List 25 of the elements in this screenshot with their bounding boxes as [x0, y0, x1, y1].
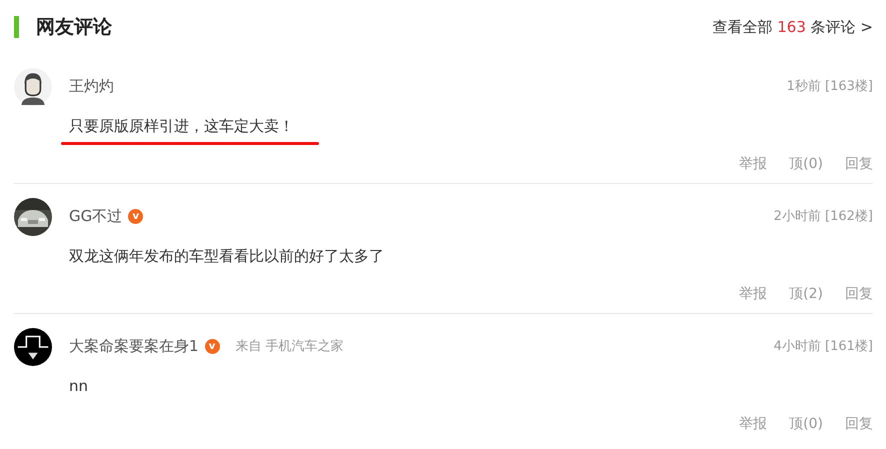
comment-text: nn	[69, 376, 90, 396]
action-link[interactable]: 举报	[739, 285, 768, 303]
action-link[interactable]: 举报	[739, 415, 768, 433]
avatar-icon[interactable]	[14, 68, 52, 106]
username[interactable]: GG不过	[69, 206, 122, 226]
action-link[interactable]: 举报	[739, 155, 768, 173]
section-title: 网友评论	[14, 16, 112, 38]
action-link[interactable]: 回复	[845, 415, 873, 433]
timestamp: 4小时前 [161楼]	[774, 338, 873, 355]
action-link[interactable]: 回复	[845, 155, 873, 173]
view-all-link[interactable]: 查看全部 163 条评论 >	[712, 18, 873, 36]
username[interactable]: 大案命案要案在身1	[69, 336, 199, 356]
action-link[interactable]: 回复	[845, 285, 873, 303]
avatar-icon[interactable]	[14, 328, 52, 366]
username[interactable]: 王灼灼	[69, 76, 114, 96]
comment-text: 只要原版原样引进，这车定大卖！	[69, 116, 295, 136]
timestamp: 1秒前 [163楼]	[786, 78, 873, 95]
action-link[interactable]: 顶(0)	[789, 155, 823, 173]
timestamp: 2小时前 [162楼]	[774, 208, 873, 225]
verified-badge: v	[128, 208, 144, 224]
verified-badge: v	[204, 338, 220, 354]
comment-text: 双龙这俩年发布的车型看看比以前的好了太多了	[69, 246, 385, 266]
source-text: 来自 手机汽车之家	[236, 338, 344, 355]
action-link[interactable]: 顶(0)	[789, 415, 823, 433]
action-link[interactable]: 顶(2)	[789, 285, 823, 303]
